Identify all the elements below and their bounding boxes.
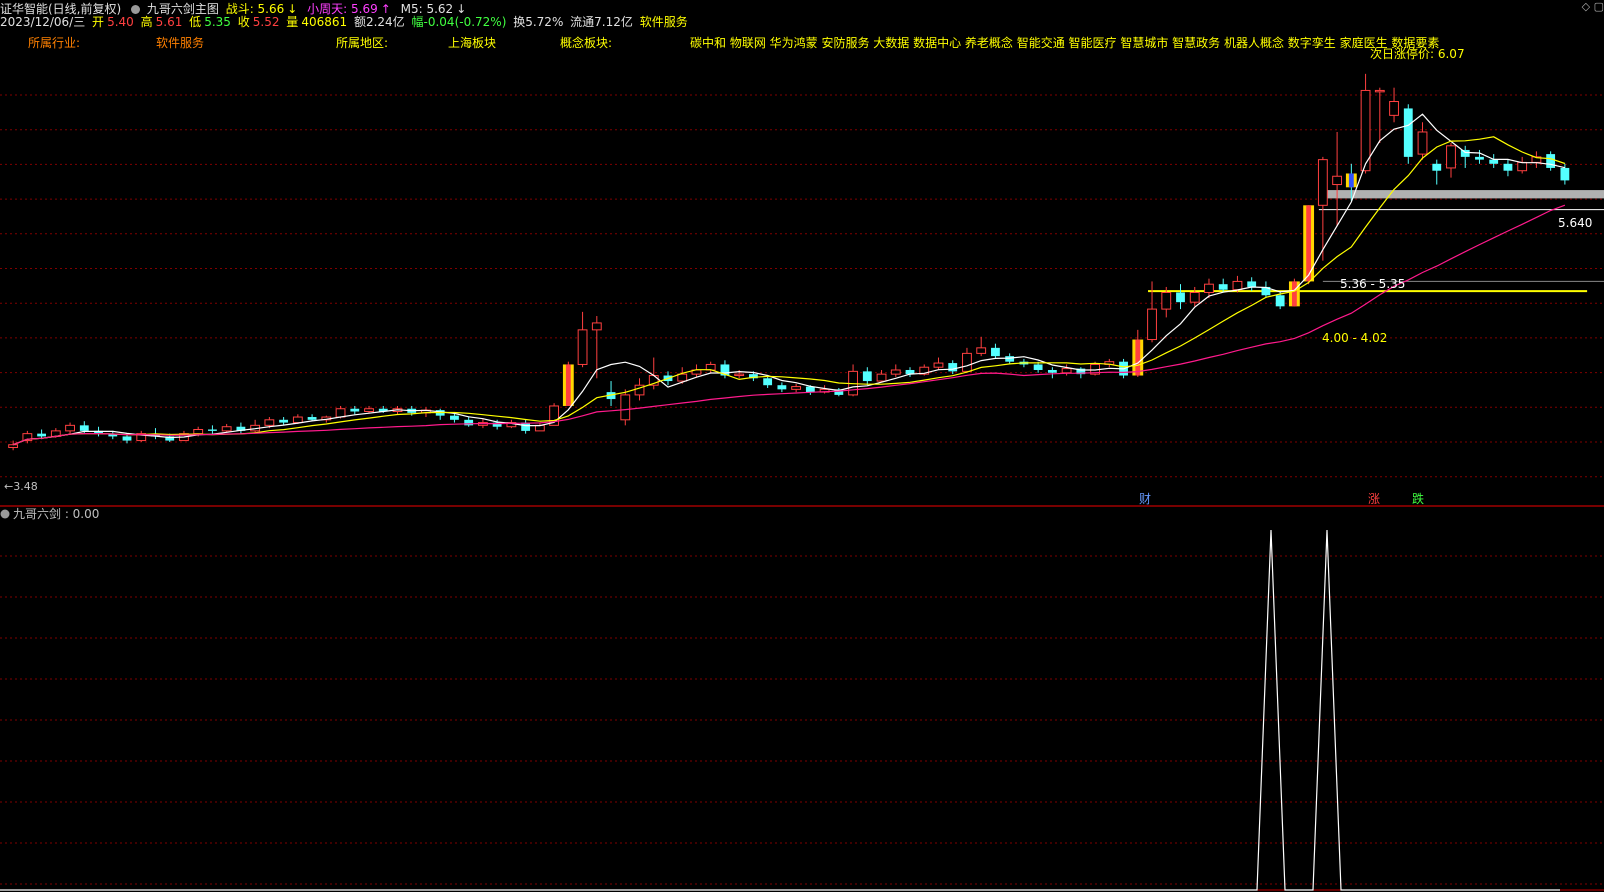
candle-body-down	[464, 419, 474, 426]
candle-body-up	[677, 373, 688, 382]
support-zone-upper	[1318, 190, 1604, 199]
candle-body-up	[1374, 89, 1385, 93]
candle-body-down	[777, 385, 787, 390]
sub-settings-icon[interactable]	[0, 509, 10, 519]
low-marker-label: ←3.48	[4, 480, 38, 493]
candle-body-down	[122, 436, 132, 441]
candle-body-down	[1005, 356, 1015, 362]
last-price-label: 5.640	[1558, 216, 1592, 230]
candle-body-up	[1446, 145, 1456, 169]
candle-body-up	[962, 352, 972, 372]
candle-body-up	[65, 424, 75, 432]
candle-body-down	[37, 433, 47, 437]
candle-body-down	[1460, 149, 1470, 157]
candle-body-down	[1560, 167, 1570, 181]
candle-body-down	[1047, 369, 1057, 373]
candle-body-down	[1546, 154, 1556, 168]
candle-body-down	[1403, 108, 1413, 157]
candle-body-down	[991, 347, 1000, 357]
candle-body-down	[763, 378, 773, 386]
candle-body-up	[1332, 175, 1343, 186]
candle-body-down	[208, 429, 217, 431]
candle-signal-core	[565, 364, 571, 406]
support-zones	[1148, 190, 1604, 293]
candle-body-up	[1317, 159, 1328, 206]
candle-body-down	[1176, 292, 1185, 303]
candle-body-down	[1503, 163, 1513, 171]
candle-body-up	[335, 408, 346, 418]
zone-lower-label: 4.00 - 4.02	[1322, 331, 1387, 345]
candle-body-up	[364, 408, 374, 413]
limit-up-label: 次日涨停价: 6.07	[1370, 46, 1465, 61]
candle-body-down	[350, 408, 360, 412]
candle-body-up	[1232, 280, 1243, 291]
candle-body-up	[1147, 308, 1157, 341]
candle-body-down	[79, 425, 89, 431]
candle-body-up	[1189, 291, 1200, 303]
candle-body-up	[890, 369, 901, 375]
kline-chart[interactable]: 次日涨停价: 6.07 5.640 5.36 - 5.35 4.00 - 4.0…	[0, 0, 1604, 892]
zone-upper-label: 5.36 - 5.35	[1340, 277, 1405, 291]
low-marker-value: 3.48	[13, 480, 38, 493]
candle-body-up	[264, 419, 275, 426]
candle-body-up	[1161, 291, 1172, 310]
moving-averages	[12, 113, 1566, 446]
candle-body-up	[577, 329, 588, 365]
candle-body-down	[805, 386, 815, 393]
sub-panel-title: 九哥六剑 : 0.00	[13, 506, 99, 521]
candle-body-up	[1517, 161, 1528, 172]
candle-body-down	[1247, 281, 1257, 287]
candle-body-up	[1204, 283, 1214, 293]
candle-body-up	[620, 394, 631, 421]
candle-signal-core	[1348, 173, 1354, 188]
candle-body-down	[1033, 364, 1043, 370]
candle-body-up	[1389, 101, 1399, 116]
candle-body-up	[1417, 131, 1428, 155]
candle-body-up	[1061, 368, 1072, 374]
candle-body-up	[933, 362, 944, 368]
chart-grid	[0, 94, 1604, 891]
sub-indicator-line	[0, 529, 1560, 891]
candle-body-down	[1489, 159, 1499, 164]
candle-signal-core	[1135, 339, 1141, 376]
marker-cai[interactable]: 财	[1139, 492, 1151, 506]
candle-body-up	[193, 428, 204, 435]
candle-body-down	[1275, 295, 1285, 307]
sub-indicator	[0, 529, 1560, 891]
candle-body-down	[948, 363, 958, 372]
candle-body-down	[450, 415, 459, 420]
candle-body-down	[862, 371, 872, 382]
candle-body-up	[292, 416, 303, 424]
marker-die[interactable]: 跌	[1412, 491, 1424, 506]
candle-body-up	[791, 386, 802, 390]
candle-body-up	[976, 347, 987, 354]
candle-signal-core	[1306, 205, 1312, 282]
candle-body-up	[734, 373, 745, 377]
candle-signal-core	[1291, 281, 1297, 307]
candle-body-down	[1432, 163, 1442, 171]
candle-body-up	[8, 444, 19, 448]
candle-body-down	[1218, 284, 1228, 290]
marker-zhang[interactable]: 涨	[1368, 491, 1380, 506]
ma5-line	[12, 113, 1566, 446]
candle-body-up	[591, 322, 602, 331]
candle-body-up	[876, 373, 887, 382]
candle-body-down	[1475, 156, 1484, 160]
candle-body-down	[307, 417, 317, 420]
ma30-line	[12, 204, 1566, 446]
candle-body-down	[279, 419, 289, 423]
candle-body-up	[221, 426, 232, 432]
